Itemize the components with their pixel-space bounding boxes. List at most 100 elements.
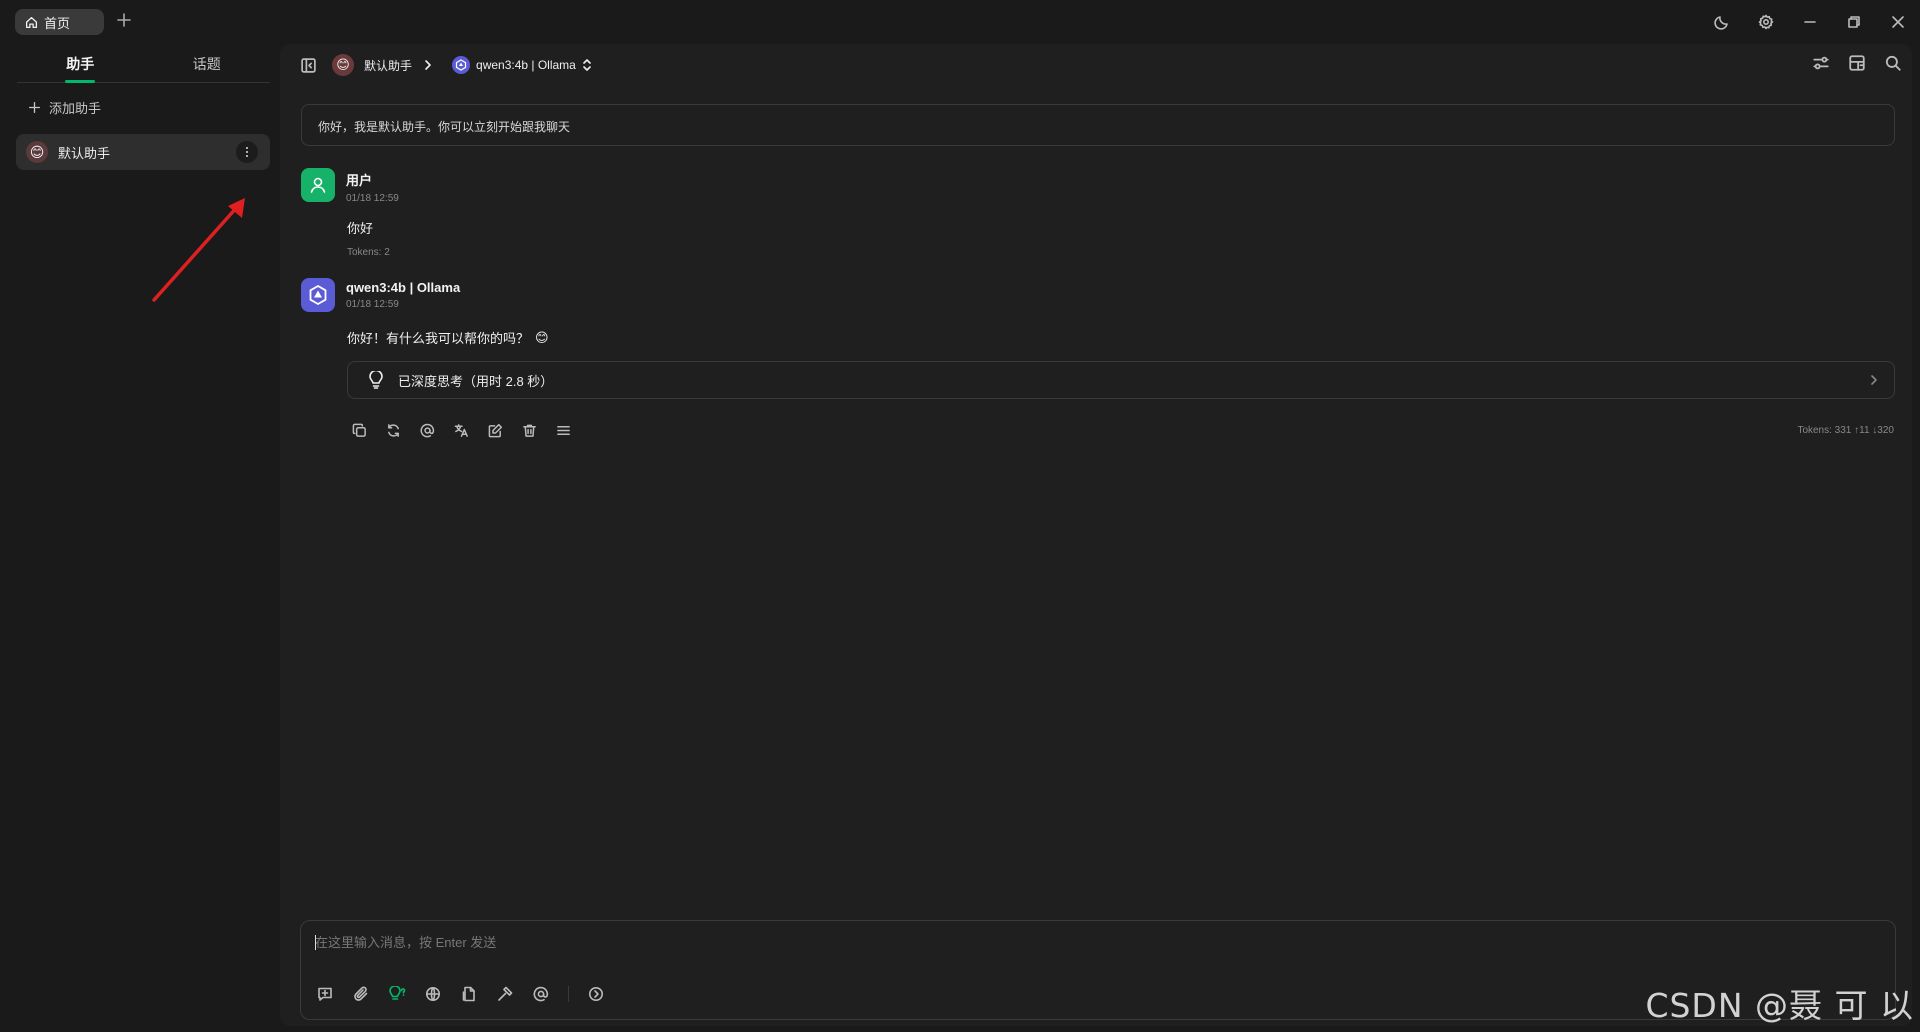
- user-message-text: 你好: [347, 221, 374, 236]
- menu-icon: [556, 425, 570, 435]
- chevron-circle-icon: [589, 987, 603, 1001]
- chevron-right-icon: [422, 59, 434, 71]
- sliders-icon: [1813, 56, 1829, 70]
- sidebar-tabs: 助手 话题: [17, 44, 270, 83]
- updown-icon: [582, 59, 592, 71]
- new-tab-button[interactable]: [116, 12, 132, 28]
- assistant-message-header: qwen3:4b | Ollama 01/18 12:59: [301, 278, 460, 312]
- annotation-arrow: [152, 198, 245, 302]
- add-assistant-button[interactable]: 添加助手: [28, 98, 101, 117]
- text-caret: [315, 935, 316, 950]
- tab-assistants[interactable]: 助手: [17, 44, 144, 83]
- close-button[interactable]: [1876, 0, 1920, 44]
- attach-button[interactable]: [352, 985, 370, 1003]
- chevron-right-icon: [1868, 374, 1880, 386]
- thinking-label: 已深度思考（用时 2.8 秒）: [398, 373, 554, 389]
- model-name: qwen3:4b | Ollama: [476, 58, 576, 72]
- sidebar-toggle-icon: [301, 58, 316, 73]
- watermark: CSDN @聂 可 以: [1645, 986, 1914, 1025]
- edit-icon: [488, 423, 502, 437]
- file-icon: [462, 986, 475, 1002]
- more-options-button[interactable]: [236, 141, 258, 163]
- user-message-tokens: Tokens: 2: [347, 247, 390, 258]
- user-message-time: 01/18 12:59: [346, 193, 399, 204]
- assistant-message-tokens: Tokens: 331 ↑11 ↓320: [1797, 425, 1894, 436]
- assistant-item[interactable]: 😊 默认助手: [16, 134, 270, 170]
- title-bar: 首页: [0, 0, 1920, 44]
- chat-settings-button[interactable]: [1812, 54, 1830, 72]
- composer-toolbar: [316, 985, 605, 1003]
- lightbulb-question-icon: [389, 986, 406, 1000]
- mention-button[interactable]: [418, 421, 436, 439]
- more-vertical-icon: [246, 146, 248, 158]
- tab-topics[interactable]: 话题: [144, 44, 271, 82]
- qwen-model-icon: [452, 56, 471, 74]
- translate-icon: [454, 423, 468, 437]
- tab-home-label: 首页: [44, 15, 71, 31]
- tab-home[interactable]: 首页: [15, 9, 104, 35]
- gear-icon: [1758, 14, 1774, 30]
- more-menu-button[interactable]: [554, 421, 572, 439]
- close-icon: [1892, 16, 1904, 28]
- assistant-avatar: 😊: [26, 141, 48, 163]
- user-name: 用户: [346, 173, 373, 188]
- new-chat-icon: [318, 987, 332, 1001]
- smile-emoji: 😊: [535, 329, 549, 345]
- regenerate-button[interactable]: [384, 421, 402, 439]
- qwen-logo-icon: [309, 284, 327, 306]
- assistant-message-body: 你好！有什么我可以帮你的吗？ 😊: [347, 328, 549, 347]
- message-input[interactable]: [315, 931, 1815, 953]
- home-icon: [25, 16, 38, 29]
- lightbulb-icon: [368, 371, 384, 389]
- web-search-button[interactable]: [424, 985, 442, 1003]
- plus-icon: [117, 13, 131, 27]
- toolbar-divider: [568, 986, 569, 1002]
- header-assistant-avatar: 😊: [332, 54, 354, 76]
- assistant-message-text: 你好！有什么我可以帮你的吗？: [347, 331, 530, 346]
- copy-icon: [352, 423, 366, 437]
- restore-button[interactable]: [1832, 0, 1876, 44]
- model-message-time: 01/18 12:59: [346, 299, 399, 310]
- chat-header: 😊 默认助手 qwen3:4b | Ollama: [280, 44, 1912, 88]
- thinking-panel[interactable]: 已深度思考（用时 2.8 秒）: [347, 361, 1895, 399]
- moon-icon: [1714, 16, 1728, 30]
- welcome-message: 你好，我是默认助手。你可以立刻开始跟我聊天: [301, 104, 1895, 146]
- globe-icon: [426, 987, 440, 1001]
- layout-icon: [1849, 55, 1865, 71]
- settings-button[interactable]: [1744, 0, 1788, 44]
- model-avatar: [301, 278, 335, 312]
- search-icon: [1885, 55, 1901, 71]
- assistant-name: 默认助手: [58, 145, 111, 161]
- new-topic-button[interactable]: [316, 985, 334, 1003]
- delete-button[interactable]: [520, 421, 538, 439]
- deep-think-button[interactable]: [388, 985, 406, 1003]
- trash-icon: [522, 424, 536, 437]
- expand-toolbar-button[interactable]: [587, 985, 605, 1003]
- model-selector[interactable]: qwen3:4b | Ollama: [452, 56, 592, 74]
- message-actions: [350, 421, 572, 439]
- model-message-name: qwen3:4b | Ollama: [346, 280, 461, 295]
- restore-icon: [1848, 16, 1860, 28]
- tools-button[interactable]: [496, 985, 514, 1003]
- knowledge-base-button[interactable]: [460, 985, 478, 1003]
- add-assistant-label: 添加助手: [49, 101, 102, 116]
- refresh-icon: [387, 423, 399, 437]
- layout-toggle-button[interactable]: [1848, 54, 1866, 72]
- copy-button[interactable]: [350, 421, 368, 439]
- user-message-header: 用户 01/18 12:59: [301, 168, 399, 204]
- search-button[interactable]: [1884, 54, 1902, 72]
- mention-model-button[interactable]: [532, 985, 550, 1003]
- user-avatar: [301, 168, 335, 202]
- theme-toggle-button[interactable]: [1700, 0, 1744, 44]
- at-icon: [533, 986, 549, 1002]
- plus-icon: [28, 101, 41, 114]
- translate-button[interactable]: [452, 421, 470, 439]
- sidebar-toggle-button[interactable]: [300, 57, 317, 74]
- sidebar: 助手 话题 添加助手 😊 默认助手: [0, 44, 280, 1032]
- header-assistant-name[interactable]: 默认助手: [364, 57, 412, 74]
- edit-button[interactable]: [486, 421, 504, 439]
- user-icon: [310, 177, 326, 193]
- minimize-button[interactable]: [1788, 0, 1832, 44]
- at-icon: [420, 423, 434, 437]
- minimize-icon: [1804, 21, 1816, 23]
